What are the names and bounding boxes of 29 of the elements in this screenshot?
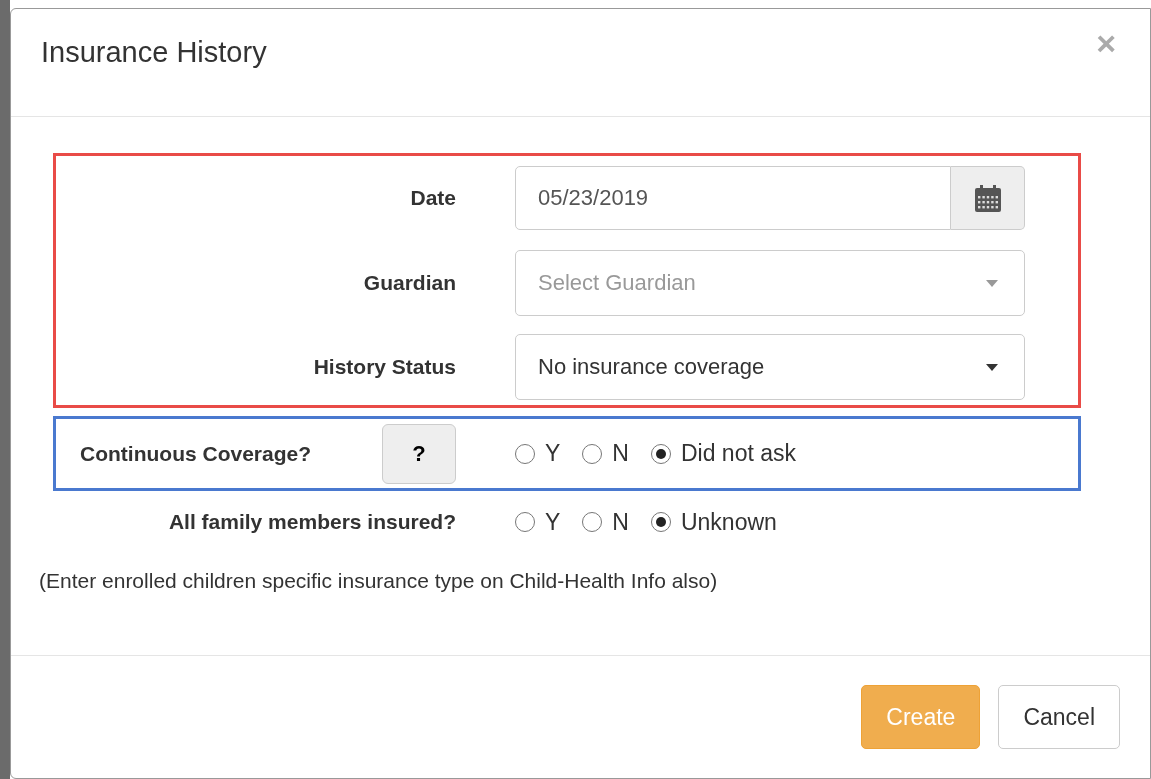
note-text: (Enter enrolled children specific insurance type on Child-Health Info also) [39,569,719,593]
calendar-icon [974,184,1001,212]
radio-label: Y [545,440,561,467]
select-field[interactable]: No insurance coverage [515,334,1025,400]
radio-label: Did not ask [680,440,797,467]
caret-icon [986,363,998,371]
select-placeholder: Select Guardian [538,270,696,296]
field-label: History Status [312,355,456,379]
field-label: Continuous Coverage? [80,441,311,466]
calendar-button[interactable] [951,166,1025,230]
field-label: Guardian [362,271,456,295]
radio-label: N [612,440,629,467]
radio-label: N [612,508,629,536]
radio-label: Unknown [680,508,777,536]
radio-option[interactable]: N [582,440,629,467]
modal-title: Insurance History [41,36,267,69]
select-value: No insurance coverage [538,354,765,380]
help-button[interactable]: ? [382,423,456,484]
radio-option[interactable]: Y [515,440,561,467]
radio-option[interactable]: N [582,508,629,536]
radio-option[interactable]: Unknown [650,508,777,536]
radio-option[interactable]: Y [515,508,561,536]
radio-option[interactable]: Did not ask [650,440,797,467]
radio-label: Y [545,508,561,536]
date-input[interactable]: 05/23/2019 [515,166,951,230]
cancel-button[interactable]: Cancel [998,685,1120,749]
field-label: Date [409,186,456,210]
caret-icon [986,279,998,287]
field-label: All family members insured? [167,510,456,534]
